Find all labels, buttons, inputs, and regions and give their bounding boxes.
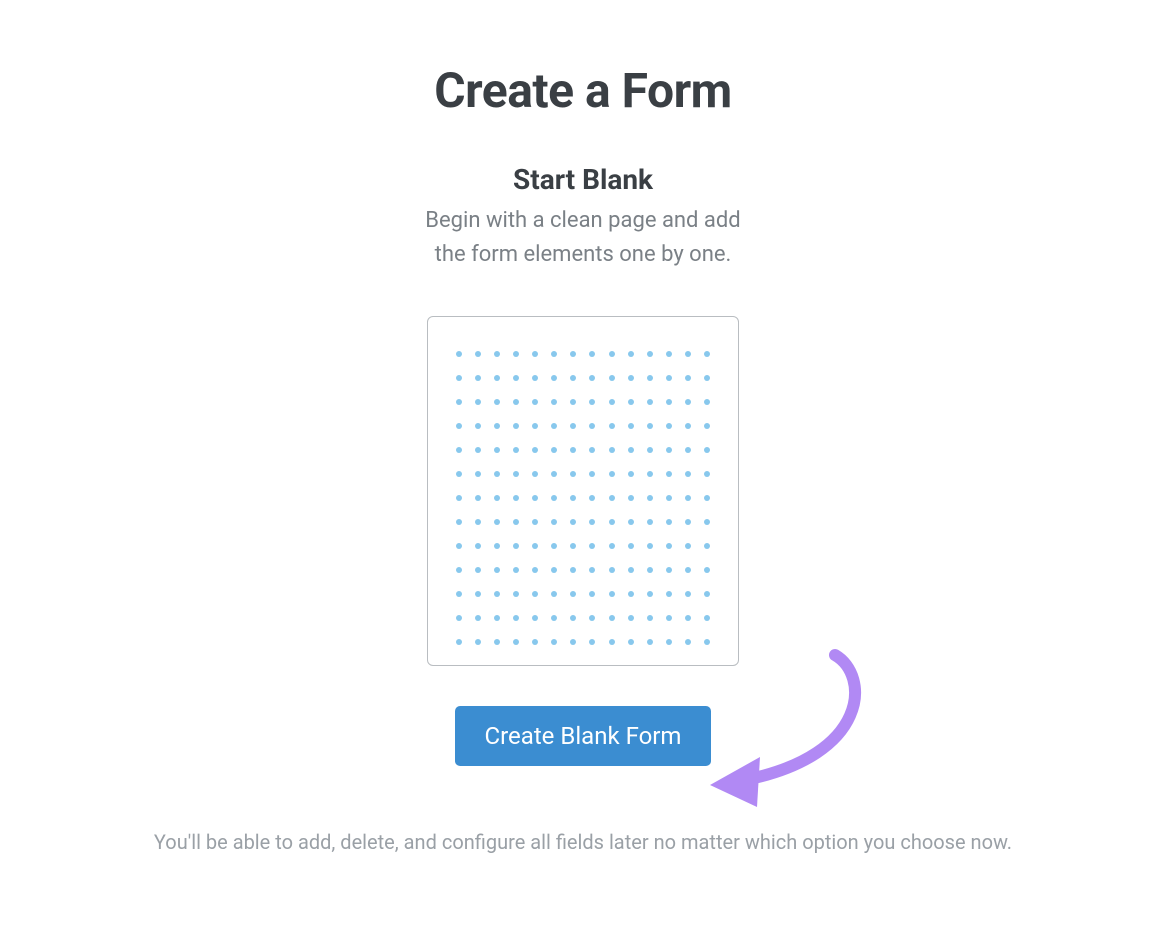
description-line-2: the form elements one by one. <box>435 242 732 267</box>
dot-grid-row <box>456 639 710 645</box>
dot-grid-row <box>456 567 710 573</box>
dot-grid-row <box>456 591 710 597</box>
page-title: Create a Form <box>0 62 1166 119</box>
create-blank-form-button[interactable]: Create Blank Form <box>455 706 712 766</box>
footer-note: You'll be able to add, delete, and confi… <box>0 830 1166 854</box>
dot-grid-row <box>456 615 710 621</box>
dot-grid-row <box>456 471 710 477</box>
dot-grid-row <box>456 447 710 453</box>
dot-grid-row <box>456 495 710 501</box>
description-line-1: Begin with a clean page and add <box>425 208 740 233</box>
dot-grid-row <box>456 351 710 357</box>
dot-grid-row <box>456 399 710 405</box>
blank-form-preview <box>0 316 1166 666</box>
blank-form-preview-card <box>427 316 739 666</box>
dot-grid-row <box>456 375 710 381</box>
dot-grid-row <box>456 543 710 549</box>
dot-grid-row <box>456 519 710 525</box>
dot-grid-row <box>456 423 710 429</box>
start-blank-heading: Start Blank <box>0 163 1166 196</box>
start-blank-description: Begin with a clean page and add the form… <box>0 204 1166 272</box>
